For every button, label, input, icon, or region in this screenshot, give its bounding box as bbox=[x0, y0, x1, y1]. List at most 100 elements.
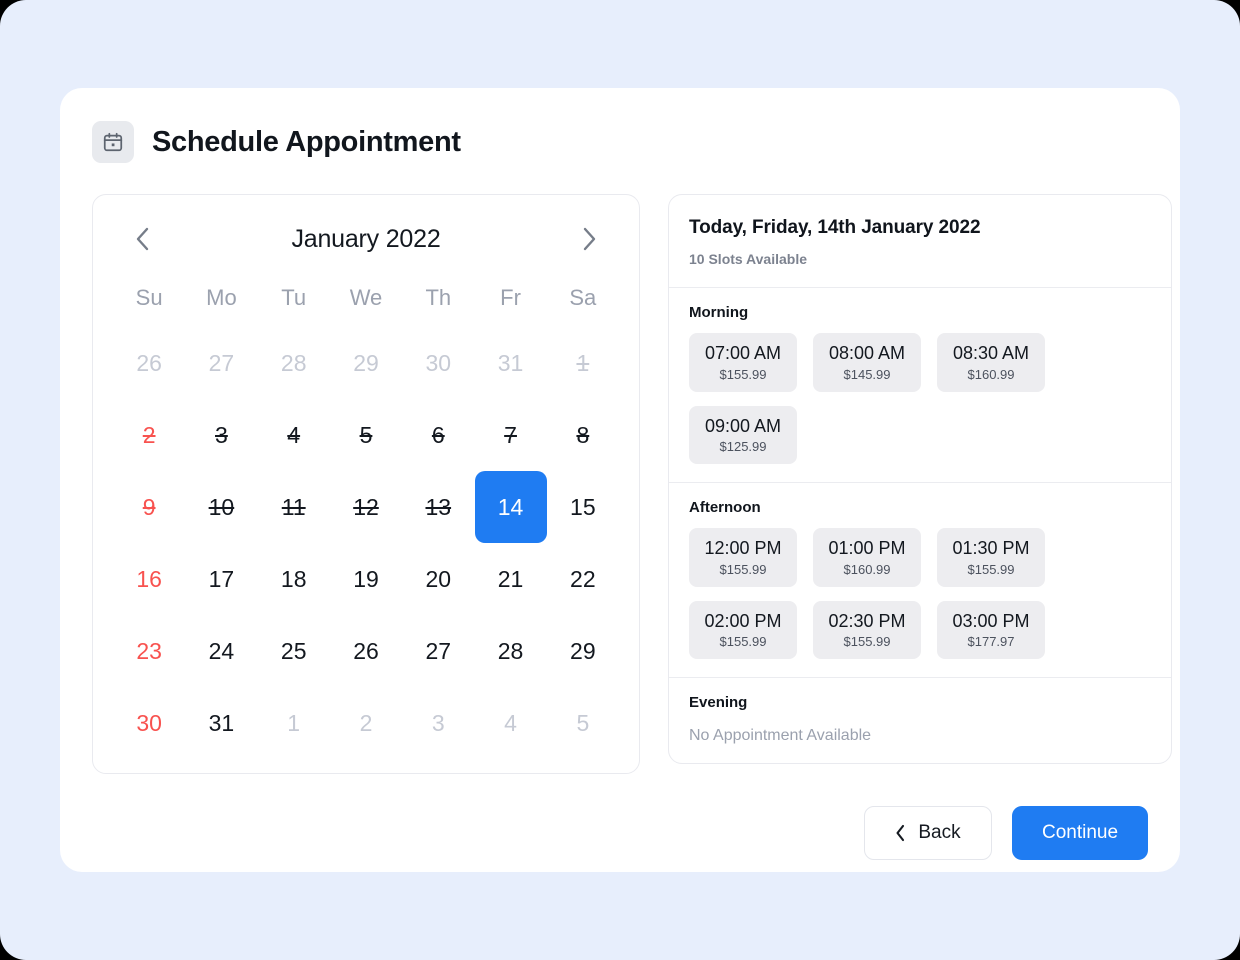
time-slot-option[interactable]: 08:30 AM $160.99 bbox=[937, 333, 1045, 392]
calendar-day-26[interactable]: 26 bbox=[330, 615, 402, 687]
time-slot-price: $155.99 bbox=[719, 366, 767, 382]
calendar-day-cell: 22 bbox=[547, 543, 619, 615]
calendar-day-1: 1 bbox=[576, 349, 590, 376]
calendar-day-20[interactable]: 20 bbox=[402, 543, 474, 615]
card-body: January 2022 Su Mo Tu We Th Fr Sa 26 27 28 29 30 31 1… bbox=[92, 194, 1172, 774]
calendar-day-22[interactable]: 22 bbox=[547, 543, 619, 615]
calendar-day-cell: 30 bbox=[402, 327, 474, 399]
slot-row: 07:00 AM $155.99 08:00 AM $145.99 08:30 AM $1… bbox=[689, 333, 1151, 464]
schedule-appointment-card: Schedule Appointment January 2022 Su Mo … bbox=[60, 88, 1180, 872]
weekday-label: Fr bbox=[500, 285, 521, 310]
slots-available-count: 10 Slots Available bbox=[689, 251, 808, 267]
calendar-day-29[interactable]: 29 bbox=[547, 615, 619, 687]
calendar-day-23[interactable]: 23 bbox=[113, 615, 185, 687]
calendar-grid: Su Mo Tu We Th Fr Sa 26 27 28 29 30 31 1 2 3 4 5 6 7 8 9 10 11 1… bbox=[113, 269, 619, 759]
weekday-label: Tu bbox=[281, 285, 307, 310]
calendar-day-18[interactable]: 18 bbox=[258, 543, 330, 615]
time-slot-price: $177.97 bbox=[967, 634, 1015, 649]
calendar-day-4: 4 bbox=[287, 421, 301, 448]
weekday-label: Su bbox=[135, 285, 163, 310]
calendar-day-cell: 3 bbox=[402, 687, 474, 759]
calendar-day-cell: 26 bbox=[330, 615, 402, 687]
time-slot-price: $160.99 bbox=[843, 561, 891, 577]
calendar-day-cell: 4 bbox=[258, 399, 330, 471]
chevron-left-icon bbox=[895, 824, 906, 842]
calendar-day-15[interactable]: 15 bbox=[547, 471, 619, 543]
chevron-right-icon[interactable] bbox=[571, 221, 607, 257]
calendar-day-cell: 11 bbox=[258, 471, 330, 543]
calendar-day-28: 28 bbox=[280, 349, 307, 376]
slot-sections: Morning 07:00 AM $155.99 08:00 AM $145.99 08:… bbox=[669, 288, 1171, 763]
slot-section-afternoon: Afternoon 12:00 PM $155.99 01:00 PM $160.99 0… bbox=[669, 483, 1171, 678]
calendar-day-cell: 1 bbox=[547, 327, 619, 399]
weekday-label: Sa bbox=[569, 285, 597, 310]
calendar-day-27: 27 bbox=[208, 349, 235, 376]
calendar-day-cell: 8 bbox=[547, 399, 619, 471]
calendar-day-17[interactable]: 17 bbox=[185, 543, 257, 615]
calendar-day-24[interactable]: 24 bbox=[185, 615, 257, 687]
chevron-left-icon[interactable] bbox=[125, 221, 161, 257]
calendar-day-31[interactable]: 31 bbox=[185, 687, 257, 759]
calendar-day-cell: 13 bbox=[402, 471, 474, 543]
calendar-day-27[interactable]: 27 bbox=[402, 615, 474, 687]
calendar-day-cell: 19 bbox=[330, 543, 402, 615]
time-slot-option[interactable]: 12:00 PM $155.99 bbox=[689, 528, 797, 587]
calendar-day-30[interactable]: 30 bbox=[113, 687, 185, 759]
calendar-day-cell: 21 bbox=[474, 543, 546, 615]
calendar-day-30: 30 bbox=[425, 349, 452, 376]
time-slot-option[interactable]: 09:00 AM $125.99 bbox=[689, 405, 797, 464]
calendar-day-cell: 30 bbox=[113, 687, 185, 759]
calendar-day-cell: 23 bbox=[113, 615, 185, 687]
time-slot-price: $155.99 bbox=[967, 561, 1015, 577]
calendar-day-14[interactable]: 14 bbox=[474, 471, 547, 543]
time-slot-price: $145.99 bbox=[843, 366, 891, 382]
calendar-day-21[interactable]: 21 bbox=[475, 543, 547, 615]
time-slot-time: 09:00 AM bbox=[704, 415, 782, 436]
calendar-day-cell: 29 bbox=[330, 327, 402, 399]
calendar-day-cell: 5 bbox=[330, 399, 402, 471]
calendar-day-7: 7 bbox=[504, 421, 517, 448]
time-slot-time: 02:30 PM bbox=[828, 610, 906, 631]
time-slot-option[interactable]: 02:00 PM $155.99 bbox=[689, 600, 797, 659]
slot-section-label: Morning bbox=[689, 304, 749, 321]
calendar-month-label: January 2022 bbox=[291, 224, 441, 253]
time-slot-option[interactable]: 02:30 PM $155.99 bbox=[813, 600, 921, 659]
back-button-label: Back bbox=[918, 822, 961, 843]
calendar-day-31: 31 bbox=[497, 349, 524, 376]
calendar-day-11: 11 bbox=[281, 493, 306, 520]
calendar-day-cell: 26 bbox=[113, 327, 185, 399]
calendar-day-cell: 7 bbox=[474, 399, 546, 471]
calendar-day-cell: 14 bbox=[474, 471, 547, 543]
calendar-day-cell: 15 bbox=[547, 471, 619, 543]
time-slot-price: $155.99 bbox=[719, 561, 767, 577]
calendar-day-cell: 10 bbox=[185, 471, 257, 543]
card-footer: Back Continue bbox=[92, 806, 1148, 860]
calendar-day-cell: 29 bbox=[547, 615, 619, 687]
calendar-day-25[interactable]: 25 bbox=[258, 615, 330, 687]
calendar-nav: January 2022 bbox=[113, 209, 619, 269]
back-button[interactable]: Back bbox=[864, 806, 992, 860]
continue-button-label: Continue bbox=[1041, 822, 1119, 843]
time-slot-option[interactable]: 08:00 AM $145.99 bbox=[813, 333, 921, 392]
calendar-day-28[interactable]: 28 bbox=[475, 615, 547, 687]
time-slot-price: $125.99 bbox=[719, 439, 767, 454]
calendar-day-cell: 27 bbox=[402, 615, 474, 687]
time-slot-time: 12:00 PM bbox=[704, 538, 782, 558]
calendar-day-1: 1 bbox=[287, 709, 301, 736]
time-slot-option[interactable]: 01:30 PM $155.99 bbox=[937, 528, 1045, 587]
time-slot-option[interactable]: 07:00 AM $155.99 bbox=[689, 333, 797, 392]
calendar-day-cell: 12 bbox=[330, 471, 402, 543]
calendar-day-cell: 18 bbox=[258, 543, 330, 615]
calendar-day-13: 13 bbox=[425, 493, 452, 520]
time-slot-option[interactable]: 03:00 PM $177.97 bbox=[937, 600, 1045, 659]
calendar-day-cell: 2 bbox=[330, 687, 402, 759]
calendar-day-19[interactable]: 19 bbox=[330, 543, 402, 615]
continue-button[interactable]: Continue bbox=[1012, 806, 1148, 860]
calendar-day-16[interactable]: 16 bbox=[113, 543, 185, 615]
page-backdrop: Schedule Appointment January 2022 Su Mo … bbox=[0, 0, 1240, 960]
calendar-day-cell: 28 bbox=[258, 327, 330, 399]
time-slot-option[interactable]: 01:00 PM $160.99 bbox=[813, 528, 921, 587]
card-header: Schedule Appointment bbox=[92, 114, 1148, 170]
time-slot-time: 03:00 PM bbox=[952, 610, 1030, 631]
calendar-day-cell: 28 bbox=[474, 615, 546, 687]
